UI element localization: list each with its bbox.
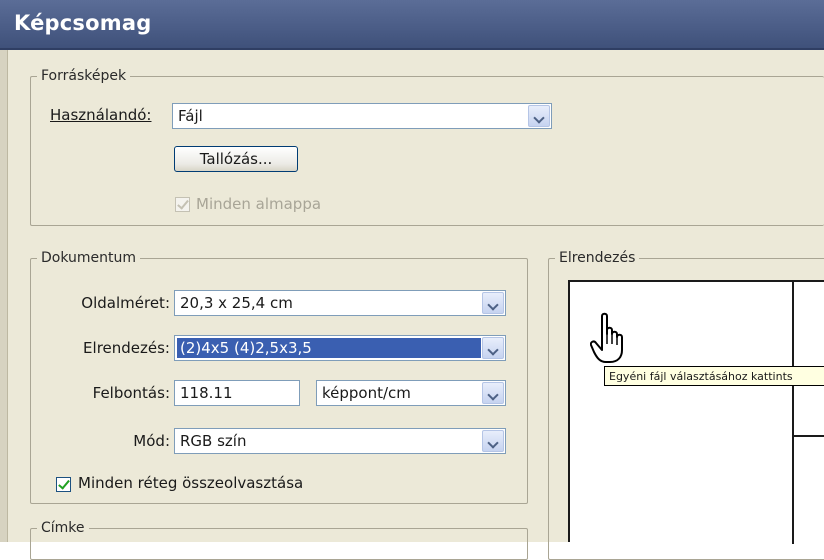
tooltip: Egyéni fájl választásához kattints: [604, 366, 824, 386]
resolution-unit-select[interactable]: képpont/cm: [316, 380, 506, 406]
label-legend: Címke: [41, 520, 85, 536]
document-group: Dokumentum: [30, 250, 528, 504]
source-images-group: Forrásképek: [30, 68, 824, 226]
chevron-down-icon[interactable]: [482, 430, 504, 452]
layout-value: (2)4x5 (4)2,5x3,5: [177, 338, 481, 358]
use-select-value: Fájl: [178, 107, 203, 125]
page-size-label: Oldalméret:: [81, 294, 170, 312]
resolution-label: Felbontás:: [92, 384, 170, 402]
chevron-down-icon[interactable]: [482, 337, 504, 359]
use-label: Használandó:: [50, 106, 152, 124]
window-title: Képcsomag: [14, 11, 152, 35]
left-edge: [0, 50, 8, 542]
source-images-legend: Forrásképek: [41, 68, 127, 84]
subfolders-label: Minden almappa: [196, 195, 322, 213]
resolution-input[interactable]: 118.11: [174, 380, 300, 406]
cell-divider: [792, 282, 794, 544]
hand-cursor-icon: [590, 312, 623, 363]
layout-label: Elrendezés:: [83, 339, 170, 357]
subfolders-checkbox[interactable]: [175, 197, 190, 212]
chevron-down-icon[interactable]: [528, 105, 550, 127]
chevron-down-icon[interactable]: [482, 292, 504, 314]
page-size-value: 20,3 x 25,4 cm: [180, 294, 293, 312]
layout-preview-legend: Elrendezés: [559, 250, 636, 266]
page-size-select[interactable]: 20,3 x 25,4 cm: [174, 290, 506, 316]
document-legend: Dokumentum: [41, 250, 137, 266]
chevron-down-icon[interactable]: [482, 382, 504, 404]
cell-divider: [792, 435, 824, 437]
layout-select[interactable]: (2)4x5 (4)2,5x3,5: [174, 335, 506, 361]
mode-label: Mód:: [133, 432, 170, 450]
use-select[interactable]: Fájl: [172, 103, 552, 129]
flatten-layers-label: Minden réteg összeolvasztása: [78, 474, 304, 492]
flatten-layers-checkbox[interactable]: [56, 477, 71, 492]
title-bar: Képcsomag: [0, 0, 824, 50]
browse-button[interactable]: Tallózás...: [174, 146, 298, 172]
mode-select[interactable]: RGB szín: [174, 428, 506, 454]
resolution-value: 118.11: [180, 384, 233, 402]
mode-value: RGB szín: [180, 432, 247, 450]
resolution-unit-value: képpont/cm: [322, 384, 411, 402]
label-group: Címke: [30, 520, 528, 560]
